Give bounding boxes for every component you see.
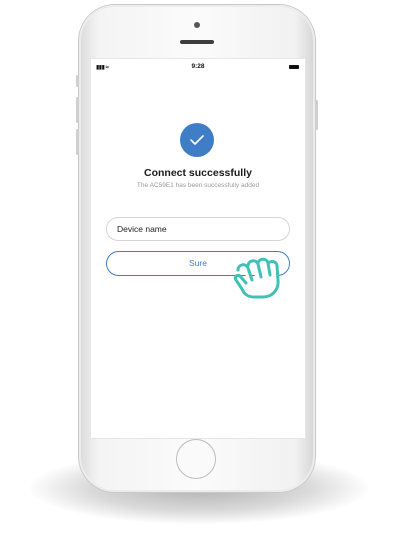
volume-up-button [76, 97, 79, 123]
stage: ▮▮▮ ≈ 9:28 Connect successfully The AC59… [0, 0, 398, 533]
power-button [315, 100, 318, 130]
success-title: Connect successfully [144, 167, 252, 179]
success-check-icon [180, 123, 214, 157]
mute-switch [76, 75, 79, 87]
device-name-input[interactable] [106, 217, 290, 241]
success-message: The AC59E1 has been successfully added [136, 182, 260, 189]
status-bar: ▮▮▮ ≈ 9:28 [91, 59, 305, 73]
phone-screen: ▮▮▮ ≈ 9:28 Connect successfully The AC59… [90, 58, 306, 439]
home-button[interactable] [176, 439, 216, 479]
status-time: 9:28 [191, 63, 205, 70]
phone-frame: ▮▮▮ ≈ 9:28 Connect successfully The AC59… [76, 5, 318, 492]
tap-hand-icon [233, 257, 280, 299]
volume-down-button [76, 129, 79, 155]
battery-icon [289, 65, 299, 69]
check-icon [190, 135, 204, 145]
earpiece-speaker [180, 40, 214, 44]
front-camera [194, 22, 200, 28]
